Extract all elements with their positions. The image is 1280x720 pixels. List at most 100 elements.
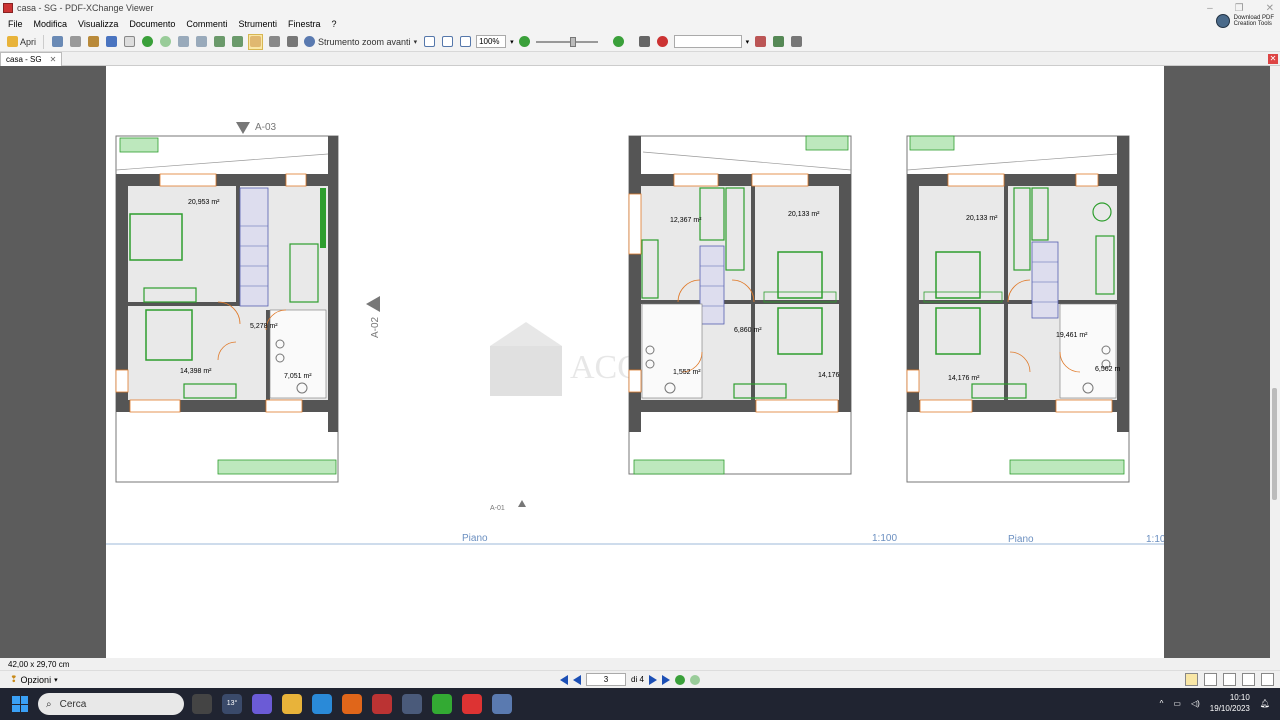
menu-modifica[interactable]: Modifica	[34, 19, 68, 29]
close-document-icon[interactable]: ✕	[1268, 54, 1278, 64]
document-tab[interactable]: casa - SG ✕	[0, 52, 63, 66]
actual-size-button[interactable]	[422, 34, 436, 50]
calculator-icon[interactable]	[402, 694, 422, 714]
title-bar: casa - SG - PDF-XChange Viewer – ❐ ✕	[0, 0, 1280, 16]
annotations-button[interactable]	[638, 34, 652, 50]
properties-icon	[105, 36, 117, 47]
scan-button[interactable]	[86, 34, 100, 50]
find-input[interactable]	[673, 35, 742, 48]
plan-title: Piano	[1008, 534, 1034, 545]
zoom-slider[interactable]	[535, 36, 598, 47]
fit-width-button[interactable]	[458, 34, 472, 50]
zoom-input[interactable]: 100%	[476, 35, 507, 48]
menu-file[interactable]: File	[8, 19, 23, 29]
highlight-button[interactable]	[656, 34, 670, 50]
ocr-button[interactable]	[122, 34, 136, 50]
teams-icon[interactable]	[252, 694, 272, 714]
chevron-up-icon[interactable]: ^	[1160, 699, 1164, 708]
hand-tool-button[interactable]	[248, 33, 264, 50]
options-button[interactable]: ❢ Opzioni ▾	[10, 674, 58, 685]
tab-close-icon[interactable]: ✕	[50, 55, 57, 64]
section-marker-a01	[518, 500, 526, 507]
area-label: 20,953 m²	[188, 199, 220, 206]
history-forward-icon[interactable]	[689, 674, 700, 685]
clock[interactable]: 10:10 19/10/2023	[1210, 692, 1250, 714]
snapshot-button[interactable]	[267, 34, 281, 50]
previous-page-icon[interactable]	[573, 674, 581, 685]
globe-icon	[1215, 14, 1230, 28]
rotate-page-button[interactable]	[230, 34, 244, 50]
task-view-icon[interactable]	[192, 694, 212, 714]
remote-desktop-icon[interactable]	[492, 694, 512, 714]
back-arrow-icon	[141, 36, 153, 47]
close-icon[interactable]: ✕	[1266, 3, 1274, 14]
menu-help[interactable]: ?	[331, 19, 336, 29]
system-tray: ^ ▭ ◁) 10:10 19/10/2023 🔔︎	[1160, 692, 1270, 714]
firefox-icon[interactable]	[342, 694, 362, 714]
facing-page-icon[interactable]	[1223, 673, 1236, 686]
scrollbar-thumb[interactable]	[1272, 388, 1277, 500]
plan-scale: 1:10	[1146, 534, 1164, 545]
last-page-icon[interactable]	[661, 674, 670, 685]
zoom-out-button[interactable]	[518, 34, 532, 50]
weather-icon[interactable]: 13°	[222, 694, 242, 714]
redo-button[interactable]	[194, 34, 208, 50]
zoom-dropdown-icon[interactable]: ▾	[510, 38, 514, 46]
taskbar-apps: 13°	[192, 694, 512, 714]
menu-finestra[interactable]: Finestra	[288, 19, 321, 29]
save-icon	[51, 36, 63, 47]
find-next-button[interactable]	[771, 34, 785, 50]
properties-button[interactable]	[104, 34, 118, 50]
plan-title: Piano	[462, 533, 488, 544]
download-pdf-tools-button[interactable]: Download PDF Creation Tools	[1215, 14, 1274, 28]
edge-icon[interactable]	[312, 694, 332, 714]
continuous-page-icon[interactable]	[1204, 673, 1217, 686]
first-page-icon[interactable]	[560, 674, 568, 685]
binoculars-icon	[754, 36, 766, 47]
zoom-slider-knob[interactable]	[569, 36, 576, 47]
history-back-icon[interactable]	[674, 674, 685, 685]
menu-visualizza[interactable]: Visualizza	[78, 19, 118, 29]
forward-button[interactable]	[158, 34, 172, 50]
vertical-scrollbar[interactable]	[1270, 66, 1280, 658]
save-button[interactable]	[50, 34, 64, 50]
rotate-button[interactable]	[212, 34, 226, 50]
menu-commenti[interactable]: Commenti	[186, 19, 227, 29]
select-icon	[286, 36, 298, 47]
maximize-icon[interactable]: ❐	[1235, 3, 1244, 14]
file-explorer-icon[interactable]	[282, 694, 302, 714]
floor-plan-1: 20,953 m² 14,398 m² 5,278 m² 7,051 m²	[115, 135, 339, 483]
chrome-icon[interactable]	[462, 694, 482, 714]
undo-button[interactable]	[176, 34, 190, 50]
zoom-in-button[interactable]	[612, 34, 626, 50]
page-number-input[interactable]: 3	[586, 673, 626, 686]
options-label: Opzioni	[20, 674, 52, 685]
select-tool-button[interactable]	[285, 34, 299, 50]
zoom-tool-button[interactable]: Strumento zoom avanti ▾	[303, 34, 418, 50]
toolbar-divider	[43, 34, 45, 49]
document-viewport[interactable]: 20,953 m² 14,398 m² 5,278 m² 7,051 m² A-…	[0, 66, 1270, 658]
pdf-xchange-icon[interactable]	[372, 694, 392, 714]
start-icon[interactable]	[12, 696, 28, 712]
redo-icon	[195, 36, 207, 47]
settings-button[interactable]	[789, 34, 803, 50]
minimize-icon[interactable]: –	[1207, 3, 1213, 14]
volume-icon[interactable]: ◁)	[1191, 699, 1200, 708]
photos-icon[interactable]	[432, 694, 452, 714]
next-page-icon[interactable]	[648, 674, 657, 685]
notification-icon[interactable]: 🔔︎	[1260, 699, 1270, 708]
layout-settings-icon[interactable]	[1261, 673, 1274, 686]
network-icon[interactable]: ▭	[1173, 699, 1181, 708]
find-button[interactable]	[753, 34, 767, 50]
back-button[interactable]	[140, 34, 154, 50]
single-page-icon[interactable]	[1185, 673, 1198, 686]
windows-taskbar: ⌕ Cerca 13° ^ ▭ ◁) 10:10 19/10/2023 🔔︎	[0, 688, 1280, 720]
find-dropdown-icon[interactable]: ▾	[746, 38, 750, 46]
menu-documento[interactable]: Documento	[129, 19, 175, 29]
fit-page-button[interactable]	[440, 34, 454, 50]
menu-strumenti[interactable]: Strumenti	[238, 19, 277, 29]
open-button[interactable]: Apri	[6, 34, 37, 50]
taskbar-search[interactable]: ⌕ Cerca	[38, 693, 184, 715]
continuous-facing-icon[interactable]	[1242, 673, 1255, 686]
print-button[interactable]	[68, 34, 82, 50]
